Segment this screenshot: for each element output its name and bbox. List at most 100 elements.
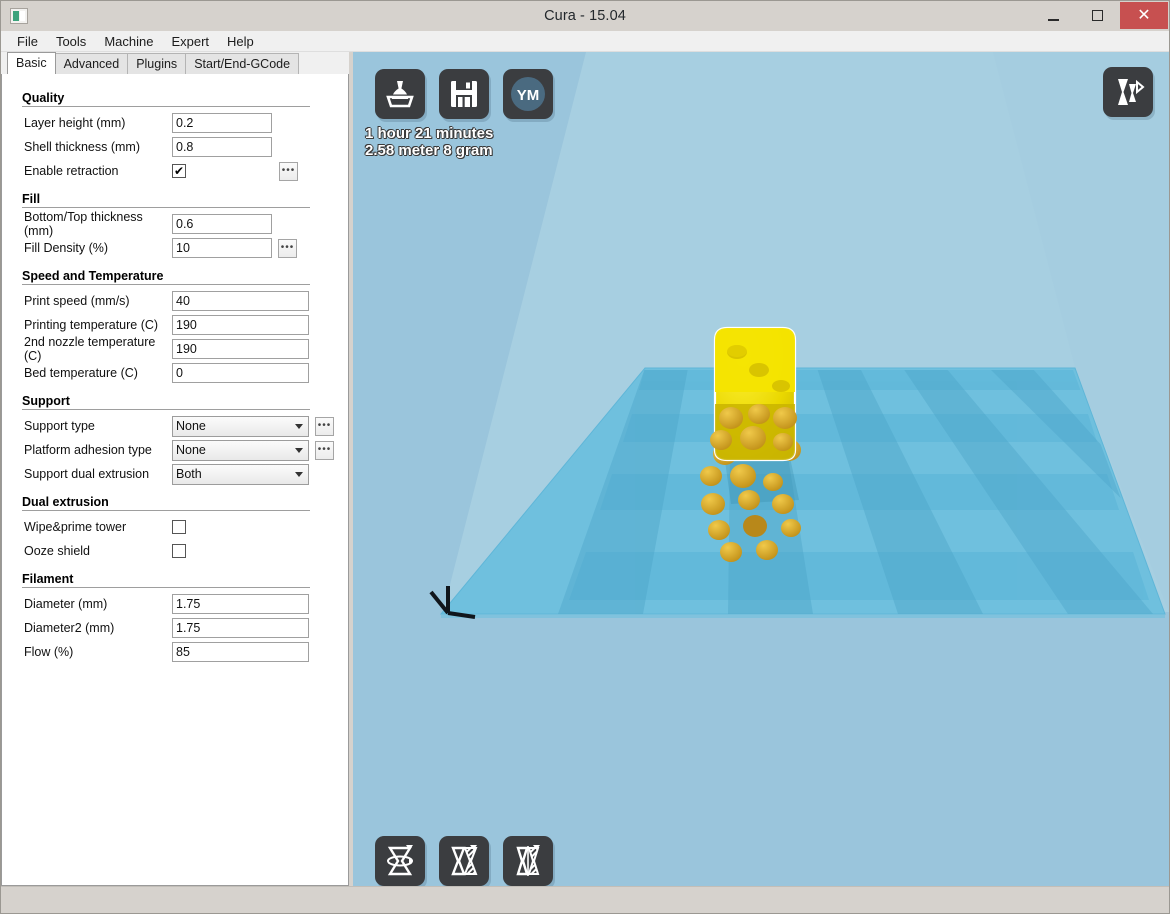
setting-control-wrap: ✔ ••• [172,162,298,181]
setting-row: Ooze shield [12,539,338,563]
setting-checkbox-enable-retraction[interactable]: ✔ [172,164,186,178]
setting-label-support-dual-extrusion: Support dual extrusion [12,467,172,481]
setting-input-printing-temperature-c[interactable] [172,315,309,335]
setting-control-wrap [172,137,272,157]
group-title-speed-and-temperature: Speed and Temperature [22,269,338,283]
setting-input-diameter2-mm[interactable] [172,618,309,638]
floppy-disk-icon [449,79,479,109]
save-toolpath-button[interactable] [439,69,489,119]
menu-item-help[interactable]: Help [219,32,262,51]
setting-control-wrap [172,339,309,359]
setting-more-options-button-support-type[interactable]: ••• [315,417,334,436]
print-stats-text: 1 hour 21 minutes 2.58 meter 8 gram [365,125,493,159]
setting-row: Support dual extrusionBoth [12,462,338,486]
rotate-model-icon [382,843,418,879]
minimize-icon [1048,19,1059,21]
setting-row: Flow (%) [12,640,338,664]
setting-control-wrap [172,214,272,234]
tab-basic[interactable]: Basic [7,52,56,74]
setting-label-printing-temperature-c: Printing temperature (C) [12,318,172,332]
scale-model-icon [446,843,482,879]
group-divider [22,284,310,285]
maximize-button[interactable] [1075,2,1119,29]
setting-input-shell-thickness-mm[interactable] [172,137,272,157]
svg-text:YM: YM [517,87,540,104]
chevron-down-icon [295,448,303,453]
setting-row: Printing temperature (C) [12,313,338,337]
setting-row: Enable retraction✔••• [12,159,338,183]
setting-label-diameter2-mm: Diameter2 (mm) [12,621,172,635]
setting-control-wrap [172,520,186,534]
chevron-down-icon [295,424,303,429]
setting-input-bed-temperature-c[interactable] [172,363,309,383]
cura-main-window: Cura - 15.04 ✕ FileToolsMachineExpertHel… [0,0,1170,914]
close-button[interactable]: ✕ [1120,2,1168,29]
setting-input-layer-height-mm[interactable] [172,113,272,133]
rotate-tool-button[interactable] [375,836,425,886]
menu-item-machine[interactable]: Machine [96,32,161,51]
setting-control-wrap [172,363,309,383]
scale-tool-button[interactable] [439,836,489,886]
setting-input-flow[interactable] [172,642,309,662]
3d-viewport[interactable]: 1 hour 21 minutes 2.58 meter 8 gram [353,52,1169,886]
setting-row: Shell thickness (mm) [12,135,338,159]
menu-item-file[interactable]: File [9,32,46,51]
setting-control-wrap [172,642,309,662]
menu-item-expert[interactable]: Expert [163,32,217,51]
group-title-support: Support [22,394,338,408]
group-title-fill: Fill [22,192,338,206]
view-mode-icon [1110,74,1146,110]
group-divider [22,207,310,208]
setting-control-wrap [172,113,272,133]
setting-row: Fill Density (%)••• [12,236,338,260]
setting-label-bottom-top-thickness-mm: Bottom/Top thickness (mm) [12,210,172,238]
setting-row: 2nd nozzle temperature (C) [12,337,338,361]
setting-input-fill-density[interactable] [172,238,272,258]
tab-plugins[interactable]: Plugins [127,53,186,74]
mirror-model-icon [510,843,546,879]
setting-row: Diameter2 (mm) [12,616,338,640]
setting-input-bottom-top-thickness-mm[interactable] [172,214,272,234]
setting-input-2nd-nozzle-temperature-c[interactable] [172,339,309,359]
setting-row: Diameter (mm) [12,592,338,616]
settings-tab-bar: BasicAdvancedPluginsStart/End-GCode [1,52,349,74]
setting-control-wrap [172,618,309,638]
setting-label-support-type: Support type [12,419,172,433]
menu-item-tools[interactable]: Tools [48,32,94,51]
setting-label-platform-adhesion-type: Platform adhesion type [12,443,172,457]
group-divider [22,409,310,410]
setting-control-wrap: None ••• [172,416,334,437]
setting-more-options-button-platform-adhesion-type[interactable]: ••• [315,441,334,460]
group-divider [22,510,310,511]
setting-more-options-button-fill-density[interactable]: ••• [278,239,297,258]
setting-row: Support typeNone ••• [12,414,338,438]
menu-bar: FileToolsMachineExpertHelp [1,31,1169,52]
load-model-button[interactable] [375,69,425,119]
setting-select-platform-adhesion-type[interactable]: None [172,440,309,461]
setting-control-wrap [172,315,309,335]
mirror-tool-button[interactable] [503,836,553,886]
setting-select-support-dual-extrusion[interactable]: Both [172,464,309,485]
setting-label-wipe-prime-tower: Wipe&prime tower [12,520,172,534]
setting-select-support-type[interactable]: None [172,416,309,437]
setting-label-layer-height-mm: Layer height (mm) [12,116,172,130]
setting-select-value: None [176,443,206,457]
setting-label-ooze-shield: Ooze shield [12,544,172,558]
tab-start-end-gcode[interactable]: Start/End-GCode [185,53,299,74]
setting-row: Wipe&prime tower [12,515,338,539]
tab-advanced[interactable]: Advanced [55,53,129,74]
chevron-down-icon [295,472,303,477]
group-divider [22,587,310,588]
setting-checkbox-ooze-shield[interactable] [172,544,186,558]
title-bar: Cura - 15.04 ✕ [1,1,1169,31]
setting-row: Bed temperature (C) [12,361,338,385]
share-youmagine-button[interactable]: YM [503,69,553,119]
printer-platform-icon [383,77,417,111]
setting-row: Bottom/Top thickness (mm) [12,212,338,236]
view-mode-button[interactable] [1103,67,1153,117]
setting-input-diameter-mm[interactable] [172,594,309,614]
setting-more-options-button-enable-retraction[interactable]: ••• [279,162,298,181]
setting-input-print-speed-mm-s[interactable] [172,291,309,311]
setting-checkbox-wipe-prime-tower[interactable] [172,520,186,534]
minimize-button[interactable] [1031,2,1075,29]
